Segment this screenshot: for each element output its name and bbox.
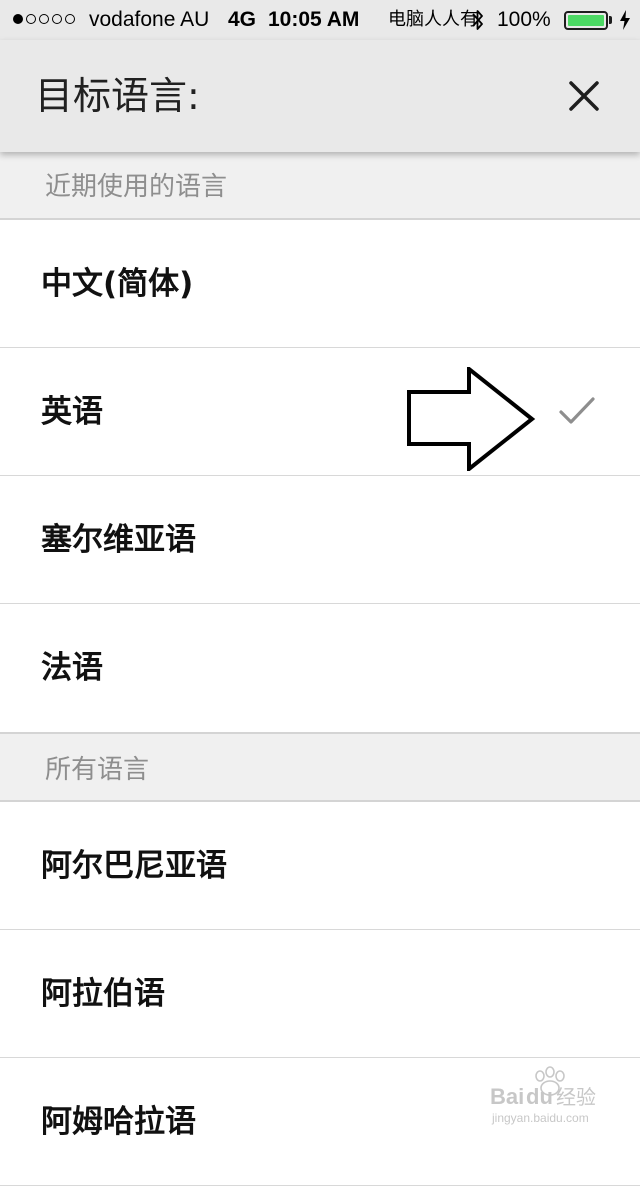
signal-dot bbox=[65, 14, 75, 24]
section-header-recent: 近期使用的语言 bbox=[0, 152, 640, 220]
language-item-english[interactable]: 英语 bbox=[0, 348, 640, 476]
language-item-arabic[interactable]: 阿拉伯语 bbox=[0, 930, 640, 1058]
language-item-serbian[interactable]: 塞尔维亚语 bbox=[0, 476, 640, 604]
page-title: 目标语言: bbox=[35, 74, 200, 118]
network-type: 4G bbox=[228, 8, 257, 31]
status-time: 10:05 AM bbox=[268, 8, 360, 31]
battery-icon bbox=[564, 11, 608, 30]
battery-fill bbox=[568, 15, 604, 26]
carrier-name: vodafone AU bbox=[89, 8, 210, 31]
signal-dot bbox=[13, 14, 23, 24]
language-label: 中文(简体) bbox=[41, 266, 194, 302]
language-label: 英语 bbox=[41, 394, 103, 430]
checkmark-icon bbox=[559, 397, 595, 424]
language-label: 阿尔巴尼亚语 bbox=[41, 848, 227, 884]
battery-tip bbox=[609, 16, 612, 24]
signal-dot bbox=[52, 14, 62, 24]
close-icon[interactable] bbox=[566, 78, 602, 114]
section-header-all: 所有语言 bbox=[0, 732, 640, 802]
charging-icon bbox=[620, 10, 630, 30]
baidu-jingyan-watermark-logo: Bai du 经验 jingyan.baidu.com bbox=[490, 1066, 596, 1125]
section-title: 近期使用的语言 bbox=[45, 172, 228, 202]
language-label: 法语 bbox=[41, 650, 103, 686]
language-label: 阿姆哈拉语 bbox=[41, 1104, 196, 1140]
svg-text:du: du bbox=[526, 1084, 553, 1109]
language-list: 近期使用的语言 中文(简体) 英语 塞尔维亚语 法语 所有语言 阿尔巴尼亚语 阿… bbox=[0, 152, 640, 1186]
status-overlay-text: 电脑人人有 bbox=[388, 9, 478, 30]
signal-dots-icon bbox=[13, 14, 75, 24]
svg-text:经验: 经验 bbox=[556, 1085, 596, 1109]
language-item-albanian[interactable]: 阿尔巴尼亚语 bbox=[0, 802, 640, 930]
battery-percent: 100% bbox=[497, 8, 551, 31]
language-item-chinese-simplified[interactable]: 中文(简体) bbox=[0, 220, 640, 348]
status-bar: vodafone AU 4G 10:05 AM 电脑人人有 100% bbox=[0, 0, 640, 40]
language-label: 阿拉伯语 bbox=[41, 976, 165, 1012]
signal-dot bbox=[26, 14, 36, 24]
svg-text:Bai: Bai bbox=[490, 1084, 524, 1109]
language-item-french[interactable]: 法语 bbox=[0, 604, 640, 732]
bluetooth-icon bbox=[472, 10, 483, 30]
page-header: 目标语言: bbox=[0, 40, 640, 152]
language-label: 塞尔维亚语 bbox=[41, 522, 196, 558]
section-title: 所有语言 bbox=[45, 755, 150, 785]
signal-dot bbox=[39, 14, 49, 24]
svg-text:jingyan.baidu.com: jingyan.baidu.com bbox=[491, 1111, 589, 1125]
right-arrow-annotation-icon bbox=[407, 367, 536, 471]
